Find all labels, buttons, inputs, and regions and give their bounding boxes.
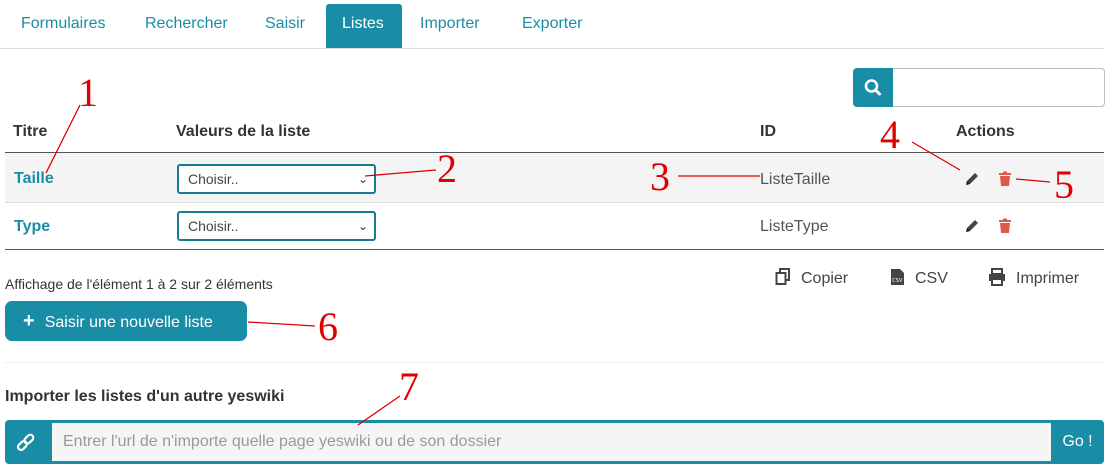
annotation-1: 1 bbox=[78, 70, 98, 115]
annotation-5: 5 bbox=[1054, 162, 1074, 207]
annotation-7: 7 bbox=[399, 364, 419, 409]
annotation-2: 2 bbox=[437, 146, 457, 191]
annotation-lines bbox=[45, 104, 1051, 426]
annotation-4: 4 bbox=[880, 112, 900, 157]
annotation-6: 6 bbox=[318, 304, 338, 349]
annotation-3: 3 bbox=[650, 154, 670, 199]
